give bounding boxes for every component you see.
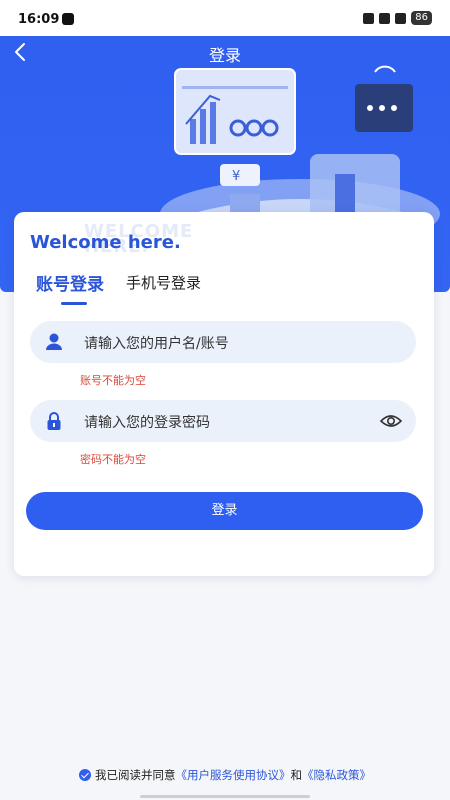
tab-phone-login[interactable]: 手机号登录 bbox=[126, 272, 201, 305]
status-time: 16:09 bbox=[18, 12, 60, 27]
username-error: 账号不能为空 bbox=[80, 374, 146, 387]
status-icons: 86 bbox=[363, 11, 432, 25]
password-input[interactable]: 请输入您的登录密码 bbox=[30, 400, 416, 442]
tab-active-indicator bbox=[61, 302, 87, 305]
lock-icon bbox=[44, 411, 64, 431]
username-placeholder: 请输入您的用户名/账号 bbox=[84, 336, 229, 352]
page-title: 登录 bbox=[208, 46, 241, 65]
password-placeholder: 请输入您的登录密码 bbox=[84, 415, 210, 431]
status-bar: 16:09 86 bbox=[0, 0, 450, 36]
agreement-and: 和 bbox=[290, 768, 303, 782]
username-input[interactable]: 请输入您的用户名/账号 bbox=[30, 321, 416, 363]
alarm-icon bbox=[363, 12, 375, 24]
privacy-link[interactable]: 《隐私政策》 bbox=[302, 768, 371, 782]
tab-account-login[interactable]: 账号登录 bbox=[36, 270, 104, 305]
tiktok-icon bbox=[62, 13, 74, 25]
home-indicator bbox=[140, 795, 310, 798]
check-icon[interactable] bbox=[79, 769, 91, 781]
battery-indicator: 86 bbox=[411, 11, 432, 25]
wifi-icon bbox=[395, 12, 407, 24]
welcome-heading: Welcome here. bbox=[30, 232, 181, 253]
tab-label: 手机号登录 bbox=[126, 274, 202, 292]
login-button[interactable]: 登录 bbox=[26, 492, 423, 530]
terms-link[interactable]: 《用户服务使用协议》 bbox=[176, 768, 291, 782]
agreement-line: 我已阅读并同意《用户服务使用协议》和《隐私政策》 bbox=[0, 767, 450, 783]
eye-icon[interactable] bbox=[379, 411, 403, 431]
agreement-prefix: 我已阅读并同意 bbox=[95, 768, 176, 782]
login-tabs: 账号登录 手机号登录 bbox=[36, 270, 201, 305]
password-error: 密码不能为空 bbox=[80, 453, 146, 466]
login-card: WELCOME HERE. Welcome here. 账号登录 手机号登录 请… bbox=[14, 212, 434, 576]
signal-icon bbox=[379, 12, 391, 24]
user-icon bbox=[44, 332, 64, 352]
yuan-symbol: ¥ bbox=[232, 169, 240, 184]
tab-label: 账号登录 bbox=[36, 275, 104, 295]
